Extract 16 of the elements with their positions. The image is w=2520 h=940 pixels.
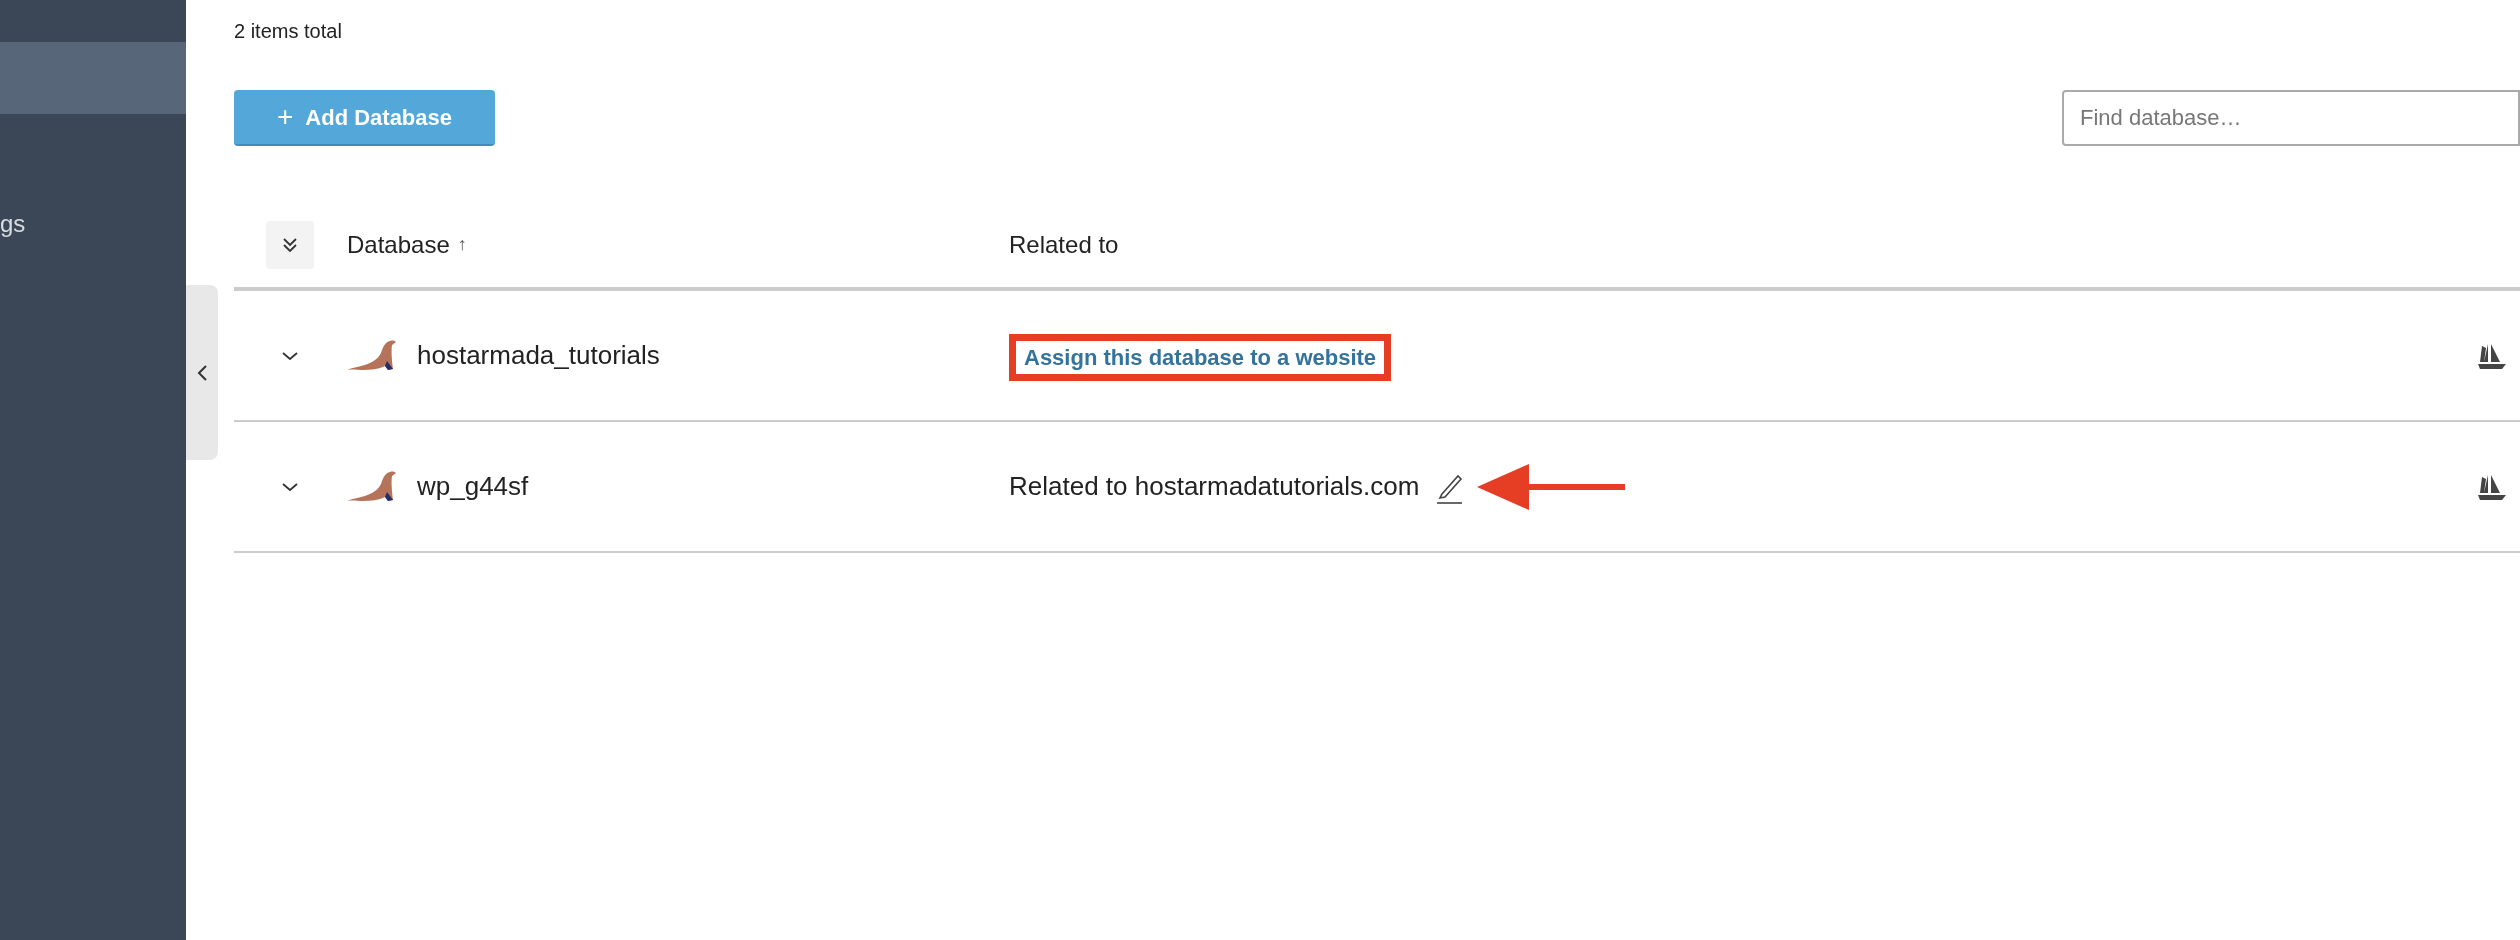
column-header[interactable]: Database ↑	[347, 226, 1009, 263]
search-field[interactable]: Find database…	[2062, 90, 2520, 146]
sidebar-item[interactable]: gs	[0, 188, 186, 260]
expand-all-button[interactable]	[266, 220, 314, 269]
sea-lion-icon	[347, 338, 397, 373]
sea-lion-icon	[347, 469, 397, 504]
double-chevron-icon	[282, 236, 298, 253]
chevron-down-icon	[281, 350, 299, 361]
assign-link[interactable]: Assign this database to a website	[1016, 338, 1385, 376]
items-count: 2 items total	[234, 19, 343, 44]
related-website: Related to hostarmadatutorials.com	[1009, 470, 1420, 503]
database-name: wp_g44sf	[417, 470, 529, 503]
column-header: Related to	[1009, 229, 1119, 260]
chevron-down-icon	[281, 481, 299, 492]
chevron-left-icon	[196, 363, 208, 382]
database-name: hostarmada_tutorials	[417, 339, 660, 372]
